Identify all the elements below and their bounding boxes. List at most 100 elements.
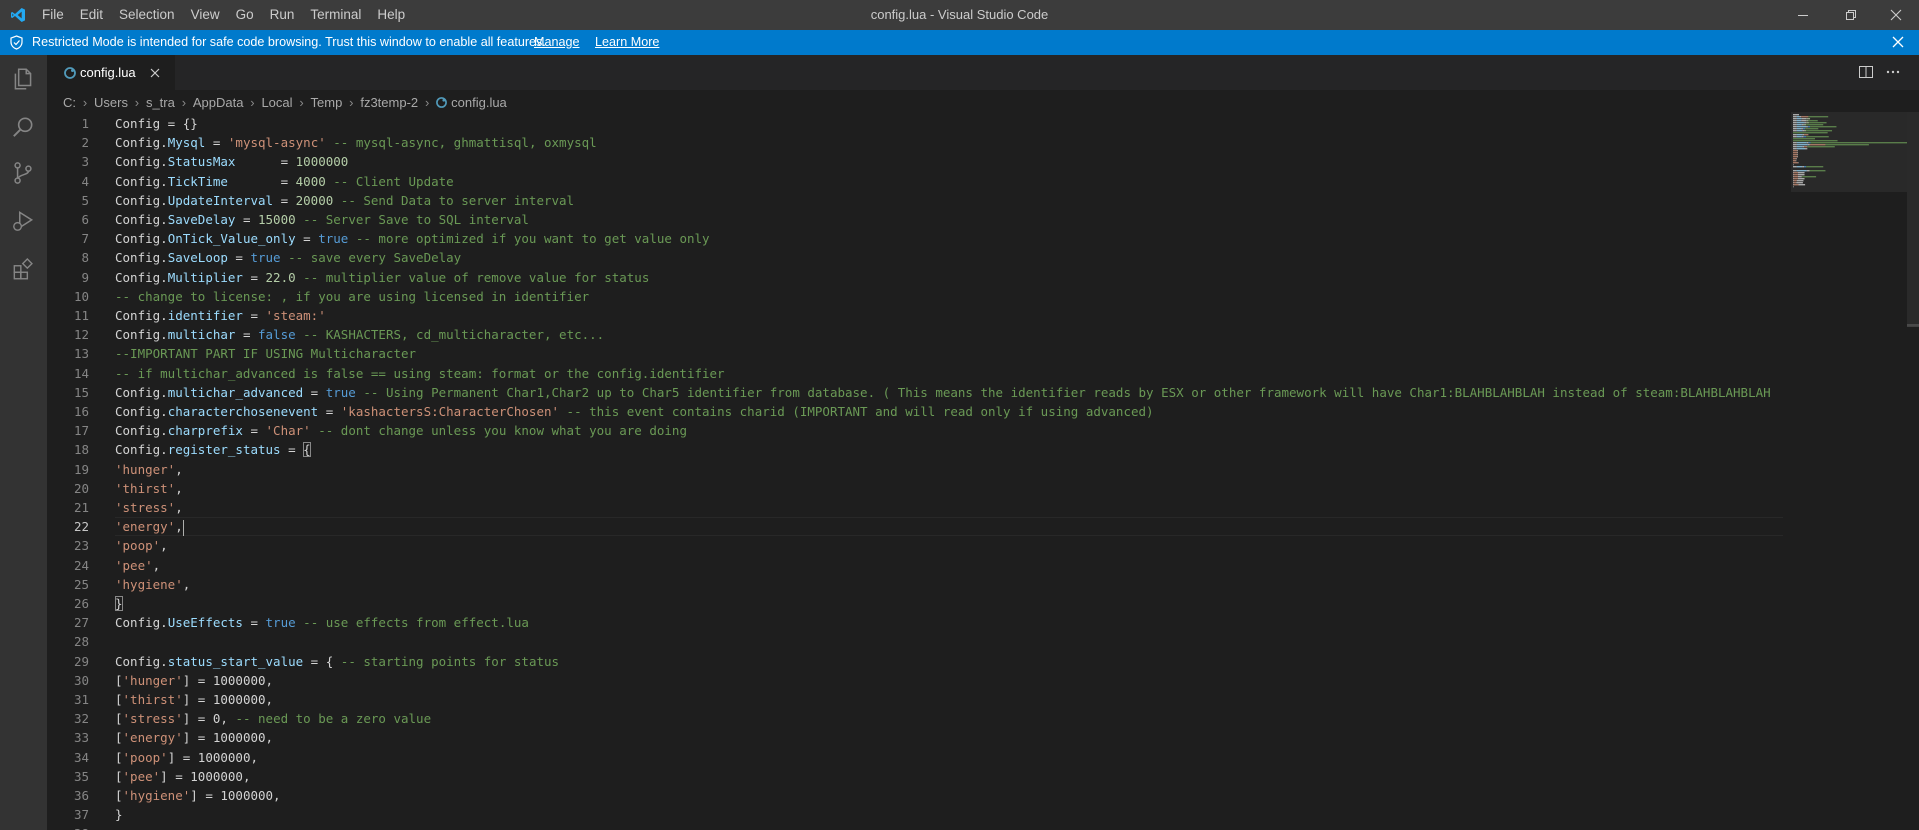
minimap-line [1793, 116, 1797, 118]
code-token: -- KASHACTERS, cd_multicharacter, etc... [295, 327, 605, 343]
code-text: Config.OnTick_Value_only = true -- more … [115, 229, 710, 248]
minimap-line [1804, 146, 1808, 148]
minimap-line [1808, 120, 1818, 122]
minimap-line [1804, 130, 1807, 132]
code-token: ] = 0, [182, 711, 236, 727]
minimap-line [1793, 120, 1797, 122]
breadcrumb-item[interactable]: AppData [193, 95, 244, 110]
line-number: 31 [73, 692, 89, 707]
line-number: 20 [73, 480, 89, 496]
code-token: , [175, 461, 183, 477]
breadcrumb-item[interactable]: s_tra [146, 95, 175, 110]
menu-view[interactable]: View [183, 0, 228, 30]
restore-button[interactable] [1828, 0, 1874, 30]
minimap-line [1796, 142, 1807, 144]
minimap-line [1793, 152, 1798, 154]
breadcrumb-item[interactable]: C: [63, 95, 76, 110]
line-number: 19 [73, 461, 89, 477]
code-editor[interactable]: 1 Config = {} 2 Config.Mysql = 'mysql-async… [47, 112, 1783, 830]
banner-close-icon[interactable] [1891, 35, 1905, 49]
minimap-line [1807, 146, 1835, 148]
code-token: ] = 1000000, [190, 788, 281, 803]
breadcrumb-item[interactable]: config.lua [451, 95, 507, 110]
menu-run[interactable]: Run [262, 0, 303, 30]
menu-edit[interactable]: Edit [72, 0, 111, 30]
code-token: ] = 1000000, [167, 749, 258, 765]
menu-file[interactable]: File [34, 0, 72, 30]
menu-selection[interactable]: Selection [111, 0, 183, 30]
activity-explorer[interactable] [9, 65, 37, 93]
code-token: 'pee' [115, 557, 153, 573]
code-token: status_start_value [167, 653, 304, 669]
code-token: -- this event contains charid (IMPORTANT… [559, 404, 1154, 419]
more-actions-icon[interactable] [1885, 64, 1901, 80]
minimap-line [1808, 142, 1811, 144]
line-number: 34 [73, 749, 89, 765]
line-number: 27 [73, 615, 89, 631]
editor-scrollbar[interactable] [1907, 112, 1919, 830]
line-number: 37 [73, 807, 89, 823]
breadcrumb-item[interactable]: Local [261, 95, 292, 110]
minimap-line [1796, 126, 1807, 128]
code-token: , [182, 576, 191, 592]
minimap-line [1793, 128, 1797, 130]
code-token: -- starting points for status [340, 653, 560, 669]
code-token: -- multiplier value of remove value for … [295, 269, 650, 285]
source-control-icon [14, 162, 32, 184]
minimap-line [1802, 130, 1804, 132]
code-token: Config. [115, 154, 168, 170]
line-number: 28 [73, 634, 89, 650]
line-number: 38 [47, 824, 89, 830]
activity-extensions[interactable] [9, 255, 37, 283]
line-number: 4 [81, 173, 89, 189]
scrollbar-thumb[interactable] [1907, 324, 1919, 327]
code-text: Config.characterchosenevent = 'kashacter… [115, 402, 1154, 421]
minimap-line [1797, 150, 1798, 152]
code-token: true [250, 250, 281, 266]
menu-help[interactable]: Help [369, 0, 413, 30]
minimap[interactable] [1791, 112, 1911, 830]
split-editor-icon[interactable] [1858, 64, 1874, 80]
minimap-line [1793, 138, 1815, 140]
minimize-button[interactable] [1780, 0, 1826, 30]
code-token: Config. [115, 192, 168, 208]
learn-more-link[interactable]: Learn More [595, 30, 659, 55]
minimap-line [1793, 148, 1797, 150]
code-text: ['pee'] = 1000000, [115, 767, 250, 786]
minimap-line [1793, 142, 1797, 144]
code-text: 'stress', [115, 498, 183, 517]
minimap-line [1793, 174, 1798, 176]
close-window-button[interactable] [1873, 0, 1919, 30]
activity-source-control[interactable] [9, 159, 37, 187]
line-number: 29 [73, 653, 89, 669]
vscode-logo-icon[interactable] [9, 7, 27, 23]
minimap-line [1796, 120, 1802, 122]
code-token: = [242, 308, 266, 323]
minimap-line [1793, 180, 1797, 182]
code-text: Config.multichar_advanced = true -- Usin… [115, 383, 1771, 402]
menu-go[interactable]: Go [228, 0, 262, 30]
scrollbar-track-highlight [1907, 112, 1919, 326]
code-token: SaveDelay [167, 212, 236, 227]
line-number: 3 [81, 154, 89, 170]
minimap-line [1797, 162, 1799, 164]
tab-close-icon[interactable] [148, 66, 162, 80]
code-token: -- Server Save to SQL interval [295, 212, 529, 227]
menu-terminal[interactable]: Terminal [302, 0, 369, 30]
breadcrumb-item[interactable]: Users [94, 95, 128, 110]
manage-link[interactable]: Manage [534, 30, 580, 55]
minimap-line [1806, 166, 1824, 168]
code-token: = [273, 192, 296, 208]
code-token: = { [303, 653, 341, 669]
breadcrumb-item[interactable]: fz3temp-2 [360, 95, 418, 110]
tab-config-lua[interactable]: config.lua [47, 55, 175, 90]
activity-search[interactable] [9, 113, 37, 141]
breadcrumb-item[interactable]: Temp [311, 95, 343, 110]
minimap-line [1804, 134, 1809, 136]
activity-run-debug[interactable] [9, 207, 37, 235]
code-token: OnTick_Value_only [167, 231, 296, 247]
line-number: 33 [73, 730, 89, 746]
minimap-line [1793, 176, 1798, 178]
code-token: SaveLoop [167, 250, 228, 266]
minimap-line [1793, 186, 1794, 188]
